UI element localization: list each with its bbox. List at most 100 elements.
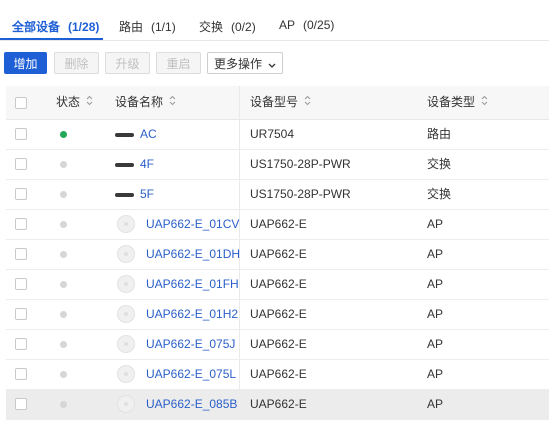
device-model: US1750-28P-PWR (250, 187, 351, 201)
table-row[interactable]: UAP662-E_075L UAP662-E AP (6, 360, 549, 390)
more-actions-label: 更多操作 (213, 57, 262, 71)
device-type: AP (427, 217, 444, 231)
device-model: UAP662-E (250, 307, 307, 321)
tab-switch[interactable]: 交换 (0/2) (199, 18, 256, 35)
ap-icon (117, 275, 135, 293)
tab-count: (1/28) (68, 20, 100, 34)
device-type: 路由 (427, 127, 452, 141)
device-name: UAP662-E_075J (146, 337, 236, 351)
tab-count: (1/1) (151, 20, 176, 34)
tab-router[interactable]: 路由 (1/1) (119, 18, 176, 35)
router-icon (115, 133, 134, 137)
device-name: UAP662-E_01FH (146, 277, 239, 291)
table-row[interactable]: UAP662-E_075J UAP662-E AP (6, 330, 549, 360)
device-type: AP (427, 397, 444, 411)
tab-label: AP (279, 18, 296, 32)
table-row[interactable]: UAP662-E_01H2 UAP662-E AP (6, 300, 549, 330)
device-type: AP (427, 307, 444, 321)
ap-icon (117, 215, 135, 233)
select-all-checkbox[interactable] (15, 97, 27, 109)
status-offline-dot (60, 191, 67, 198)
row-checkbox[interactable] (15, 308, 27, 320)
header-label: 设备名称 (115, 95, 164, 109)
row-checkbox[interactable] (15, 128, 27, 140)
tab-label: 路由 (119, 20, 144, 34)
device-model: UAP662-E (250, 217, 307, 231)
header-status[interactable]: 状态 (56, 86, 93, 119)
upgrade-button[interactable]: 升级 (105, 52, 150, 74)
row-checkbox[interactable] (15, 158, 27, 170)
row-checkbox[interactable] (15, 338, 27, 350)
ap-icon (117, 365, 135, 383)
status-offline-dot (60, 311, 67, 318)
device-name: UAP662-E_01H2 (146, 307, 239, 321)
device-model: UR7504 (250, 127, 295, 141)
device-model: UAP662-E (250, 337, 307, 351)
row-checkbox[interactable] (15, 218, 27, 230)
device-name: UAP662-E_01CV (146, 217, 240, 231)
tab-count: (0/25) (303, 18, 335, 32)
device-type: 交换 (427, 157, 452, 171)
table-row[interactable]: UAP662-E_085B UAP662-E AP (6, 390, 549, 420)
device-tabs: 全部设备 (1/28) 路由 (1/1) 交换 (0/2) AP (0/25) (0, 0, 549, 41)
tab-ap[interactable]: AP (0/25) (279, 18, 334, 32)
device-name: AC (140, 127, 157, 141)
row-checkbox[interactable] (15, 278, 27, 290)
device-model: UAP662-E (250, 397, 307, 411)
header-device-model[interactable]: 设备型号 (250, 86, 311, 119)
header-device-type[interactable]: 设备类型 (427, 86, 488, 119)
status-offline-dot (60, 371, 67, 378)
device-name: UAP662-E_01DH (146, 247, 241, 261)
ap-icon (117, 305, 135, 323)
table-row[interactable]: UAP662-E_01FH UAP662-E AP (6, 270, 549, 300)
chevron-down-icon (268, 54, 276, 76)
device-model: UAP662-E (250, 247, 307, 261)
device-type: AP (427, 247, 444, 261)
status-offline-dot (60, 281, 67, 288)
table-header: 状态 设备名称 设备型号 设备类型 (6, 86, 549, 120)
switch-icon (115, 193, 134, 197)
device-model: UAP662-E (250, 367, 307, 381)
device-type: AP (427, 277, 444, 291)
ap-icon (117, 395, 135, 413)
table-row[interactable]: AC UR7504 路由 (6, 120, 549, 150)
header-label: 设备类型 (427, 95, 476, 109)
status-offline-dot (60, 341, 67, 348)
tab-count: (0/2) (231, 20, 256, 34)
header-label: 设备型号 (250, 95, 299, 109)
row-checkbox[interactable] (15, 368, 27, 380)
table-row[interactable]: UAP662-E_01CV UAP662-E AP (6, 210, 549, 240)
status-offline-dot (60, 251, 67, 258)
status-offline-dot (60, 161, 67, 168)
status-offline-dot (60, 221, 67, 228)
sort-icon (481, 86, 488, 119)
ap-icon (117, 245, 135, 263)
row-checkbox[interactable] (15, 248, 27, 260)
tab-label: 交换 (199, 20, 224, 34)
device-type: AP (427, 337, 444, 351)
device-name: UAP662-E_085B (146, 397, 238, 411)
row-checkbox[interactable] (15, 188, 27, 200)
tab-all-devices[interactable]: 全部设备 (1/28) (12, 18, 99, 35)
sort-icon (304, 86, 311, 119)
device-model: US1750-28P-PWR (250, 157, 351, 171)
active-tab-indicator (0, 38, 103, 40)
device-type: AP (427, 367, 444, 381)
device-name: 5F (140, 187, 155, 201)
switch-icon (115, 163, 134, 167)
table-row[interactable]: UAP662-E_01DH UAP662-E AP (6, 240, 549, 270)
table-row[interactable]: 5F US1750-28P-PWR 交换 (6, 180, 549, 210)
ap-icon (117, 335, 135, 353)
add-button[interactable]: 增加 (4, 52, 47, 74)
header-device-name[interactable]: 设备名称 (115, 86, 176, 119)
sort-icon (86, 86, 93, 119)
delete-button[interactable]: 删除 (54, 52, 99, 74)
restart-button[interactable]: 重启 (156, 52, 201, 74)
tab-label: 全部设备 (12, 20, 61, 34)
device-name: UAP662-E_075L (146, 367, 237, 381)
row-checkbox[interactable] (15, 398, 27, 410)
header-label: 状态 (56, 95, 81, 109)
device-type: 交换 (427, 187, 452, 201)
table-row[interactable]: 4F US1750-28P-PWR 交换 (6, 150, 549, 180)
more-actions-dropdown[interactable]: 更多操作 (207, 52, 283, 74)
